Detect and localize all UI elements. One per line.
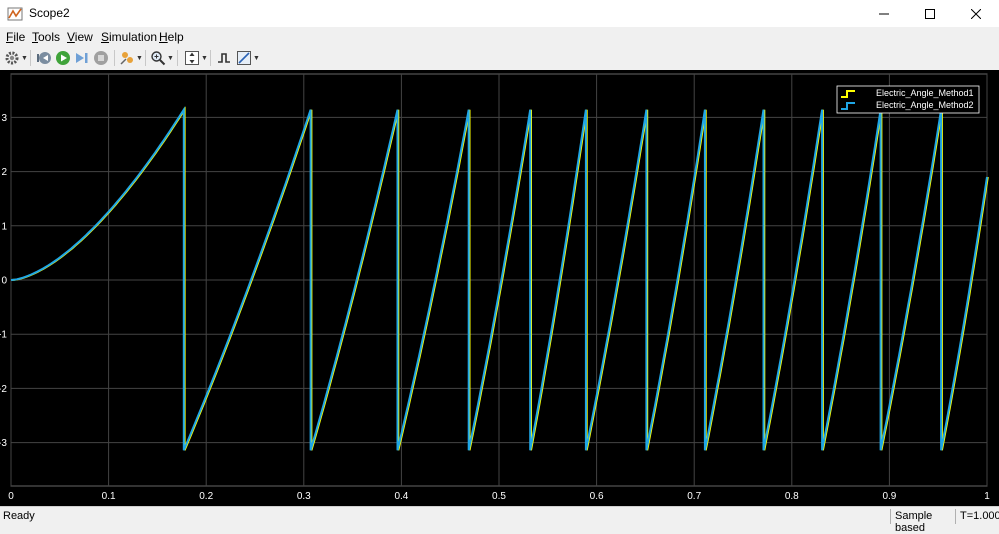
x-tick-label: 0.3 xyxy=(297,491,311,502)
stop-icon xyxy=(94,51,108,65)
simulation-time-indicator: T=1.000 xyxy=(955,509,999,524)
y-tick-label: 0 xyxy=(1,276,7,287)
legend-label-method1: Electric_Angle_Method1 xyxy=(876,88,974,98)
menu-help[interactable]: Help xyxy=(159,30,184,44)
y-axis-ticks: 3 2 1 0 -1 -2 -3 xyxy=(0,113,7,449)
triggers-icon xyxy=(218,53,230,63)
menu-file[interactable]: File xyxy=(6,30,25,44)
status-bar: Ready Sample based T=1.000 xyxy=(0,506,999,534)
legend[interactable]: Electric_Angle_Method1 Electric_Angle_Me… xyxy=(836,85,980,114)
maximize-button[interactable] xyxy=(907,0,953,27)
menu-tools[interactable]: Tools xyxy=(32,30,60,44)
y-tick-label: -2 xyxy=(0,384,7,395)
x-tick-label: 0.5 xyxy=(492,491,506,502)
x-tick-label: 1 xyxy=(984,491,990,502)
y-tick-label: -1 xyxy=(0,330,7,341)
plot-grid xyxy=(10,73,988,487)
y-tick-label: -3 xyxy=(0,438,7,449)
highlight-icon xyxy=(120,52,133,65)
step-back-button[interactable] xyxy=(36,49,52,67)
y-tick-label: 3 xyxy=(1,113,7,124)
x-axis-ticks: 0 0.1 0.2 0.3 0.4 0.5 0.6 0.7 0.8 0.9 1 xyxy=(8,491,990,502)
matlab-scope-icon xyxy=(7,7,23,21)
x-tick-label: 0.4 xyxy=(394,491,408,502)
menu-bar: File Tools View Simulation Help xyxy=(0,27,999,46)
menu-view[interactable]: View xyxy=(67,30,93,44)
scope-plot[interactable]: 3 2 1 0 -1 -2 -3 0 0.1 0.2 0.3 0.4 0.5 0.6 0.7 0.8 0.9 1… xyxy=(0,70,999,506)
x-tick-label: 0.8 xyxy=(785,491,799,502)
scale-axes-button[interactable]: ▼ xyxy=(184,49,208,67)
stop-button[interactable] xyxy=(93,49,109,67)
menu-simulation[interactable]: Simulation xyxy=(101,30,157,44)
x-tick-label: 0.6 xyxy=(590,491,604,502)
step-forward-icon xyxy=(76,53,88,63)
triggers-button[interactable] xyxy=(216,49,232,67)
y-tick-label: 2 xyxy=(1,167,7,178)
legend-label-method2: Electric_Angle_Method2 xyxy=(876,100,974,110)
x-tick-label: 0.2 xyxy=(199,491,213,502)
x-tick-label: 0.9 xyxy=(882,491,896,502)
measurements-button[interactable]: ▼ xyxy=(236,49,260,67)
run-icon xyxy=(56,51,70,65)
y-tick-label: 1 xyxy=(1,221,7,232)
toolbar-separator xyxy=(210,50,211,66)
status-text: Ready xyxy=(3,510,35,522)
step-forward-button[interactable] xyxy=(74,49,90,67)
maximize-icon xyxy=(925,8,935,19)
zoom-icon xyxy=(151,51,166,66)
measurements-icon xyxy=(237,51,251,65)
toolbar-separator xyxy=(30,50,31,66)
x-tick-label: 0 xyxy=(8,491,14,502)
window-title: Scope2 xyxy=(29,6,70,20)
x-tick-label: 0.1 xyxy=(102,491,116,502)
scale-axes-icon xyxy=(185,51,199,65)
x-tick-label: 0.7 xyxy=(687,491,701,502)
minimize-button[interactable] xyxy=(861,0,907,27)
highlight-button[interactable]: ▼ xyxy=(119,49,143,67)
sample-mode-indicator: Sample based xyxy=(890,509,955,534)
close-icon xyxy=(971,8,981,19)
toolbar-separator xyxy=(145,50,146,66)
minimize-icon xyxy=(879,13,889,14)
scope-display[interactable]: 3 2 1 0 -1 -2 -3 0 0.1 0.2 0.3 0.4 0.5 0.6 0.7 0.8 0.9 1… xyxy=(0,70,999,506)
title-bar: Scope2 xyxy=(0,0,999,27)
step-back-icon xyxy=(37,52,51,64)
run-button[interactable] xyxy=(55,49,71,67)
toolbar-separator xyxy=(114,50,115,66)
settings-button[interactable]: ▼ xyxy=(4,49,28,67)
close-button[interactable] xyxy=(953,0,999,27)
toolbar: ▼ ▼ ▼ ▼ ▼ xyxy=(0,46,999,70)
toolbar-separator xyxy=(177,50,178,66)
settings-icon xyxy=(5,51,19,65)
zoom-button[interactable]: ▼ xyxy=(150,49,174,67)
